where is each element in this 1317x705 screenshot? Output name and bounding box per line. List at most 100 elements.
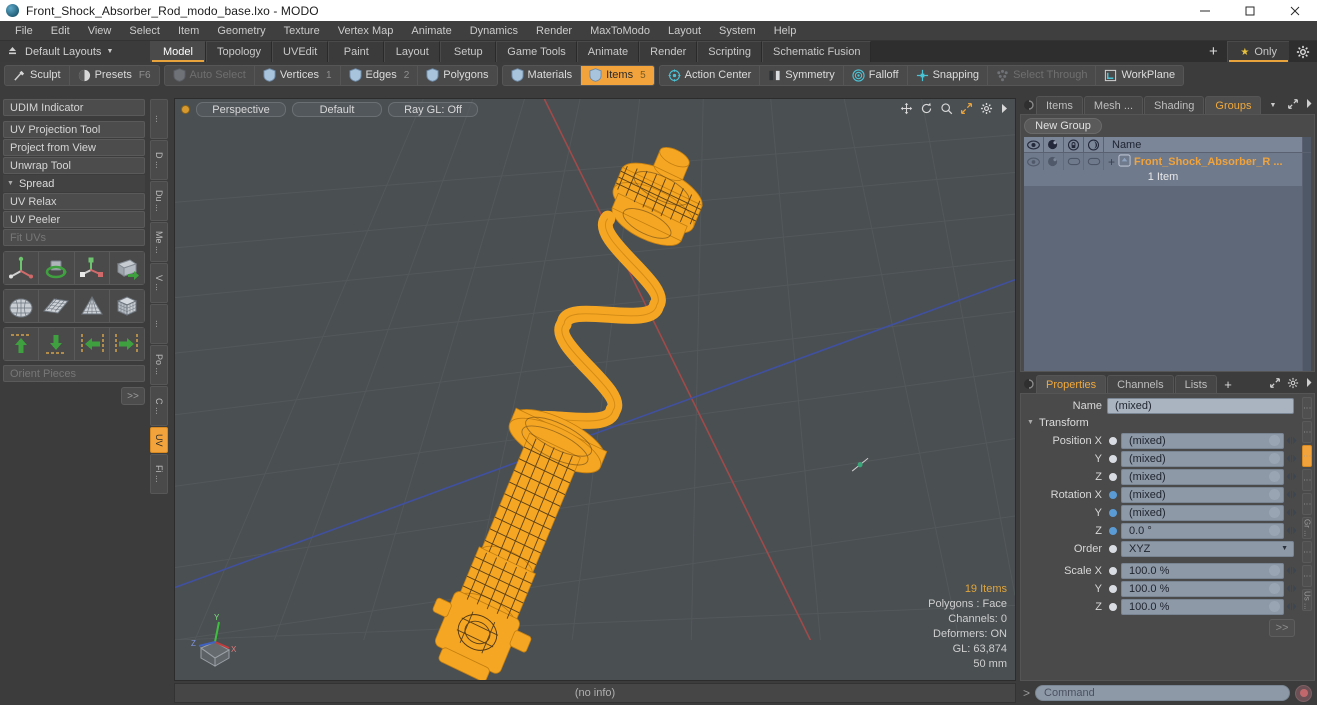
- property-stepper-icon[interactable]: [1284, 454, 1298, 463]
- uv-plane-icon[interactable]: [39, 290, 74, 322]
- close-icon[interactable]: [1272, 0, 1317, 21]
- order-select[interactable]: XYZ ▼: [1121, 540, 1294, 557]
- groups-scrollbar-bottom[interactable]: [1302, 186, 1311, 371]
- only-toggle-button[interactable]: ★ Only: [1227, 41, 1289, 62]
- row-eye-toggle[interactable]: [1024, 153, 1044, 170]
- properties-tab-properties[interactable]: Properties: [1036, 375, 1107, 393]
- orient-pieces-button[interactable]: Orient Pieces: [3, 365, 145, 382]
- property-stepper-icon[interactable]: [1284, 602, 1298, 611]
- properties-rail-tab-1[interactable]: ⋮: [1302, 421, 1312, 443]
- property-stepper-icon[interactable]: [1284, 584, 1298, 593]
- properties-rail-tab-3[interactable]: ⋮: [1302, 469, 1312, 491]
- uv-relax-button[interactable]: UV Relax: [3, 193, 145, 210]
- fit-uvs-button[interactable]: Fit UVs: [3, 229, 145, 246]
- mode-button-items[interactable]: Items 5: [581, 65, 654, 85]
- layout-tab-layout[interactable]: Layout: [384, 41, 441, 62]
- select-icon[interactable]: [1084, 137, 1104, 152]
- properties-rail-tab-5[interactable]: Gr ...: [1302, 517, 1312, 539]
- property-stepper-icon[interactable]: [1284, 526, 1298, 535]
- menu-item-texture[interactable]: Texture: [275, 21, 329, 41]
- view-mode-button[interactable]: Perspective: [196, 102, 286, 117]
- left-vertical-tab-4[interactable]: V ...: [150, 263, 168, 303]
- mode-button-workplane[interactable]: WorkPlane: [1096, 66, 1183, 85]
- property-key-dot[interactable]: [1269, 525, 1280, 536]
- property-value-field[interactable]: (mixed): [1121, 504, 1284, 521]
- panel-menu-icon[interactable]: [1022, 96, 1036, 114]
- property-radio[interactable]: [1107, 452, 1119, 465]
- layout-tab-topology[interactable]: Topology: [206, 41, 273, 62]
- add-properties-tab-button[interactable]: +: [1218, 375, 1238, 393]
- align-down-icon[interactable]: [39, 328, 74, 360]
- raygl-button[interactable]: Ray GL: Off: [388, 102, 478, 117]
- spread-group-header[interactable]: ▼ Spread: [3, 175, 145, 192]
- unwrap-tool-button[interactable]: Unwrap Tool: [3, 157, 145, 174]
- property-value-field[interactable]: (mixed): [1121, 432, 1284, 449]
- left-vertical-tab-8[interactable]: UV: [150, 427, 168, 453]
- menu-item-render[interactable]: Render: [527, 21, 581, 41]
- chevron-right-icon[interactable]: [1000, 102, 1009, 118]
- left-vertical-tab-2[interactable]: Du ...: [150, 181, 168, 221]
- property-stepper-icon[interactable]: [1284, 508, 1298, 517]
- groups-scrollbar-track[interactable]: [1302, 153, 1311, 170]
- property-key-dot[interactable]: [1269, 565, 1280, 576]
- default-layouts-selector[interactable]: Default Layouts ▼: [0, 41, 150, 62]
- layout-tab-render[interactable]: Render: [639, 41, 698, 62]
- align-right-icon[interactable]: [109, 328, 144, 360]
- rotate-icon[interactable]: [920, 102, 933, 118]
- left-vertical-tab-0[interactable]: ...: [150, 99, 168, 139]
- new-group-button[interactable]: New Group: [1024, 118, 1102, 134]
- menu-item-maxtomodo[interactable]: MaxToModo: [581, 21, 659, 41]
- property-radio[interactable]: [1107, 564, 1119, 577]
- property-radio[interactable]: [1107, 434, 1119, 447]
- expand-left-panel-button[interactable]: >>: [121, 387, 145, 405]
- properties-rail-tab-7[interactable]: ⋮: [1302, 565, 1312, 587]
- menu-item-geometry[interactable]: Geometry: [208, 21, 274, 41]
- row-select-toggle[interactable]: [1084, 153, 1104, 170]
- property-radio[interactable]: [1107, 600, 1119, 613]
- lock-icon[interactable]: [1064, 137, 1084, 152]
- maximize-icon[interactable]: [1227, 0, 1272, 21]
- property-key-dot[interactable]: [1269, 583, 1280, 594]
- eye-icon[interactable]: [1024, 137, 1044, 152]
- left-vertical-tab-1[interactable]: D ...: [150, 140, 168, 180]
- shading-mode-button[interactable]: Default: [292, 102, 382, 117]
- expand-properties-button[interactable]: >>: [1269, 619, 1295, 637]
- layout-tab-model[interactable]: Model: [150, 41, 206, 62]
- property-stepper-icon[interactable]: [1284, 436, 1298, 445]
- menu-item-item[interactable]: Item: [169, 21, 208, 41]
- mode-button-action-center[interactable]: Action Center: [660, 65, 761, 85]
- expand-plus-icon[interactable]: +: [1108, 156, 1115, 168]
- groups-scrollbar[interactable]: [1302, 137, 1311, 152]
- left-vertical-tab-3[interactable]: Me ...: [150, 222, 168, 262]
- property-value-field[interactable]: 100.0 %: [1121, 598, 1284, 615]
- property-value-field[interactable]: 100.0 %: [1121, 580, 1284, 597]
- properties-gear-icon[interactable]: [1287, 377, 1299, 392]
- row-lock-toggle[interactable]: [1064, 153, 1084, 170]
- table-row[interactable]: + Front_Shock_Absorber_R ...: [1024, 153, 1311, 170]
- property-key-dot[interactable]: [1269, 489, 1280, 500]
- minimize-icon[interactable]: [1182, 0, 1227, 21]
- mode-button-sculpt[interactable]: Sculpt: [5, 65, 70, 85]
- mode-button-materials[interactable]: Materials: [503, 65, 582, 85]
- order-radio[interactable]: [1107, 542, 1119, 555]
- properties-rail-tab-2[interactable]: ⋮: [1302, 445, 1312, 467]
- property-value-field[interactable]: (mixed): [1121, 486, 1284, 503]
- properties-rail-tab-6[interactable]: ⋮: [1302, 541, 1312, 563]
- menu-item-file[interactable]: File: [6, 21, 42, 41]
- mode-button-vertices[interactable]: Vertices 1: [255, 65, 341, 85]
- left-vertical-tab-5[interactable]: ...: [150, 304, 168, 344]
- left-vertical-tab-7[interactable]: C ...: [150, 386, 168, 426]
- left-vertical-tab-9[interactable]: Fi ...: [150, 454, 168, 494]
- properties-rail-tab-0[interactable]: ⋮: [1302, 397, 1312, 419]
- align-up-icon[interactable]: [4, 328, 39, 360]
- property-value-field[interactable]: 100.0 %: [1121, 562, 1284, 579]
- right-tab-mesh-[interactable]: Mesh ...: [1083, 96, 1144, 114]
- uv-cube-icon[interactable]: [109, 290, 144, 322]
- 3d-viewport[interactable]: Y X Z Perspective Default Ray GL: Off 19…: [174, 98, 1016, 681]
- layout-tab-setup[interactable]: Setup: [440, 41, 497, 62]
- flip-uv-icon[interactable]: [109, 252, 144, 284]
- group-row-name-cell[interactable]: + Front_Shock_Absorber_R ...: [1104, 153, 1302, 170]
- rotate-uv-icon[interactable]: [39, 252, 74, 284]
- menu-item-edit[interactable]: Edit: [42, 21, 79, 41]
- property-radio[interactable]: [1107, 470, 1119, 483]
